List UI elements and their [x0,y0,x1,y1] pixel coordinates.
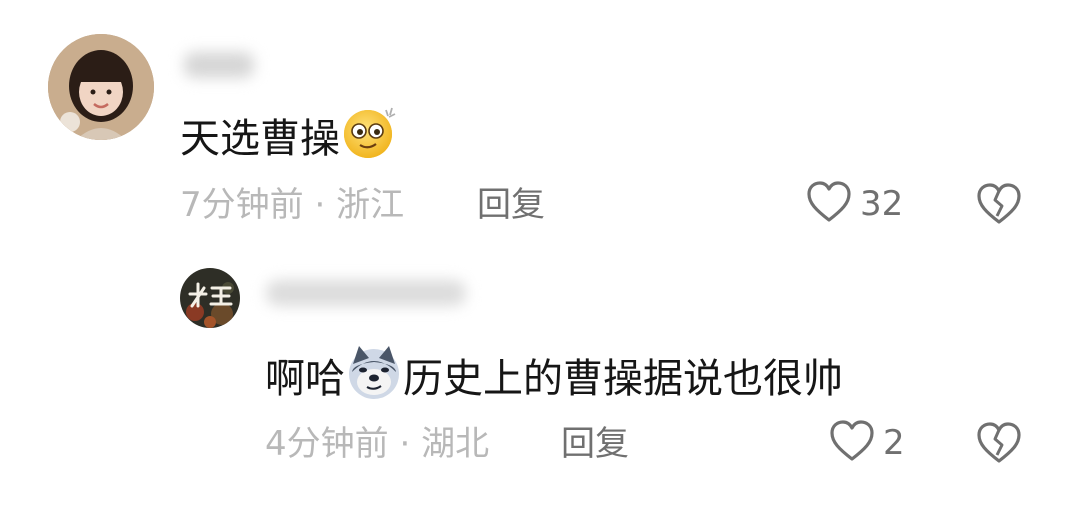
broken-heart-icon [976,422,1022,469]
like-button[interactable]: 32 [806,180,903,228]
user-avatar-girl[interactable] [48,34,154,140]
user-avatar-dawang[interactable] [180,268,240,328]
like-count: 2 [883,423,905,463]
comment-text: 天选曹操 [180,104,398,173]
doge-emoji [345,344,403,413]
heart-outline-icon [806,180,852,228]
like-count: 32 [860,184,904,224]
dislike-button[interactable] [976,182,1022,230]
comment-time: 4分钟前 [265,424,389,464]
username-blurred[interactable] [180,44,260,88]
comment-text: 啊哈 历史上的曹操据说也很帅 [265,344,843,413]
like-button[interactable]: 2 [829,419,905,467]
comment-meta: 7分钟前 · 浙江 [180,183,404,227]
comment-text-body: 天选曹操 [180,115,340,162]
comment-location: 湖北 [421,424,490,464]
comment-time: 7分钟前 [180,185,304,225]
username-blurred[interactable] [262,272,472,318]
meta-separator: · [399,424,411,464]
reply-button[interactable]: 回复 [477,183,545,227]
broken-heart-icon [976,183,1022,230]
comment-text-prefix: 啊哈 [265,355,345,402]
dislike-button[interactable] [976,421,1022,469]
comment-text-body: 历史上的曹操据说也很帅 [403,355,843,402]
dizzy-face-emoji [340,104,398,173]
heart-outline-icon [829,419,875,467]
comment-meta: 4分钟前 · 湖北 [265,422,489,466]
comment-location: 浙江 [336,185,405,225]
meta-separator: · [314,185,326,225]
reply-button[interactable]: 回复 [561,422,629,466]
